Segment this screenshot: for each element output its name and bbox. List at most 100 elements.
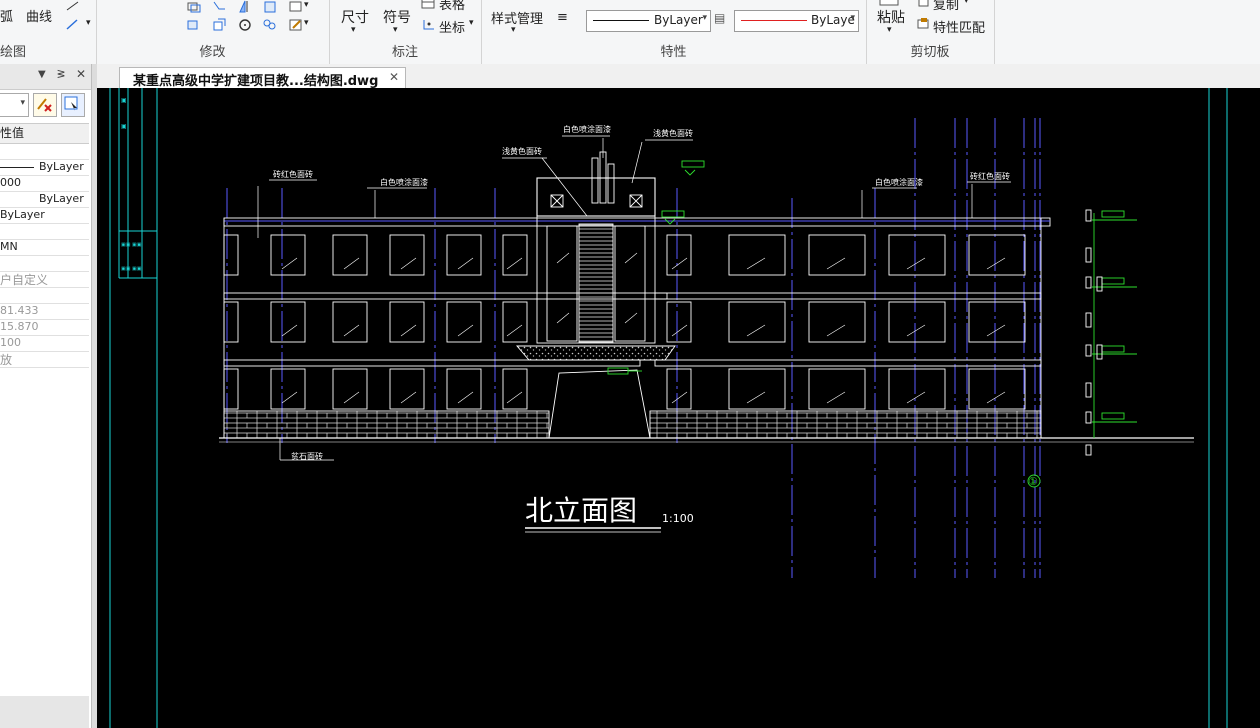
document-tab[interactable]: 某重点高级中学扩建项目教...结构图.dwg ✕ bbox=[119, 67, 406, 89]
frame-lines: ▣ ▣ ▣▣ ▣▣ ▣▣ ▣▣ bbox=[109, 88, 1228, 728]
circle-icon[interactable] bbox=[238, 18, 253, 31]
paste-button[interactable]: 粘贴 bbox=[877, 7, 905, 27]
lineweight-icon[interactable]: ▤ bbox=[714, 11, 725, 25]
coordinate-button[interactable]: 坐标 bbox=[439, 17, 465, 36]
building-elevation bbox=[223, 151, 1051, 439]
rotate-icon[interactable] bbox=[212, 0, 227, 13]
property-column-header: 性值 bbox=[0, 123, 89, 144]
annotation-label: 砖红色面砖 bbox=[970, 171, 1010, 181]
toggle-pickadd-button[interactable] bbox=[33, 93, 57, 117]
prop-row-center-y: 15.870 bbox=[0, 319, 89, 336]
dropdown-arrow-icon[interactable]: ▾ bbox=[304, 0, 309, 10]
match-properties-button[interactable]: 特性匹配 bbox=[933, 17, 985, 36]
table-button[interactable]: 表格 bbox=[439, 0, 465, 13]
prop-row-empty[interactable] bbox=[0, 223, 89, 240]
drawing-scale: 1:100 bbox=[662, 512, 694, 525]
prop-row-center-z: 100 bbox=[0, 335, 89, 352]
annotation-labels: 浅黄色面砖 白色喷涂面漆 砖红色面砖 白色喷涂面漆 浅黄色面砖 白色喷涂面漆 砖… bbox=[273, 124, 1010, 461]
pin-icon[interactable]: ᕒ bbox=[57, 68, 65, 81]
prop-row-blank[interactable] bbox=[0, 143, 89, 160]
mirror-icon[interactable] bbox=[238, 0, 253, 13]
annotation-label: 浅黄色面砖 bbox=[653, 128, 693, 138]
object-type-select[interactable]: ▾ bbox=[0, 93, 29, 117]
curve-button[interactable]: 曲线 bbox=[26, 6, 52, 25]
prop-row-empty[interactable] bbox=[0, 255, 89, 272]
draw-group-title: 绘图 bbox=[0, 45, 27, 60]
prop-row-linetype-scale[interactable]: 000 bbox=[0, 175, 89, 192]
prop-row-plotstyle[interactable]: MN bbox=[0, 239, 89, 256]
symbol-button[interactable]: 符号 bbox=[383, 7, 411, 27]
chevron-down-icon: ▾ bbox=[702, 13, 707, 23]
drawing-title: 北立面图 bbox=[525, 494, 637, 527]
line-icon[interactable] bbox=[65, 0, 80, 13]
arc-button[interactable]: 弧 bbox=[0, 6, 13, 25]
svg-text:▣▣ ▣▣: ▣▣ ▣▣ bbox=[121, 242, 142, 248]
linetype-sample bbox=[0, 167, 34, 168]
modify-group: ▾ ▾ 修改 bbox=[96, 0, 330, 64]
dropdown-arrow-icon[interactable]: ▾ bbox=[887, 25, 892, 35]
select-objects-icon bbox=[64, 96, 78, 111]
paste-icon bbox=[879, 0, 899, 6]
drawing-canvas[interactable]: ▣ ▣ ▣▣ ▣▣ ▣▣ ▣▣ 浅黄色面砖 白色喷涂面漆 砖红色面砖 白色喷涂面… bbox=[97, 88, 1260, 728]
array-icon[interactable] bbox=[262, 18, 277, 31]
prop-row-ucs[interactable]: 户自定义 bbox=[0, 271, 89, 288]
svg-text:▣: ▣ bbox=[121, 97, 127, 104]
draw-group: 弧 曲线 ▾ 绘图 bbox=[0, 0, 97, 64]
document-tab-bar: 某重点高级中学扩建项目教...结构图.dwg ✕ bbox=[97, 64, 1260, 89]
annotation-label: 白色喷涂面漆 bbox=[563, 124, 611, 134]
dropdown-arrow-icon[interactable]: ▾ bbox=[511, 25, 516, 35]
properties-panel: ▼ ᕒ ✕ ▾ 性值 ByLayer 000 ByLayer ByLayer M… bbox=[0, 64, 91, 728]
dropdown-arrow-icon[interactable]: ▾ bbox=[964, 0, 969, 6]
table-icon bbox=[421, 0, 435, 9]
ribbon: 弧 曲线 ▾ 绘图 ▾ ▾ 修改 尺寸 ▾ 符号 ▾ 表格 坐标 ▾ 标注 样式 bbox=[0, 0, 1260, 65]
fillet-icon[interactable] bbox=[262, 0, 277, 13]
color-select[interactable]: ByLaye ▾ bbox=[734, 10, 859, 32]
prop-row-center-x: 81.433 bbox=[0, 303, 89, 320]
close-tab-icon[interactable]: ✕ bbox=[389, 70, 399, 84]
coordinate-icon bbox=[423, 20, 434, 30]
annotation-label: 贫石面砖 bbox=[291, 451, 323, 461]
style-manager-button[interactable]: 样式管理 bbox=[491, 8, 543, 27]
annotation-label: 浅黄色面砖 bbox=[502, 146, 542, 156]
prop-row-color[interactable]: ByLayer bbox=[0, 207, 89, 224]
edit-icon[interactable] bbox=[288, 18, 303, 31]
annotation-label: 白色喷涂面漆 bbox=[875, 177, 923, 187]
annotate-group-title: 标注 bbox=[391, 45, 418, 60]
xline-icon[interactable] bbox=[65, 18, 80, 31]
collapse-icon[interactable]: ▼ bbox=[38, 69, 46, 80]
prop-row-linetype[interactable]: ByLayer bbox=[0, 159, 89, 176]
prop-row-empty[interactable] bbox=[0, 287, 89, 304]
copy-icon bbox=[918, 0, 929, 7]
pickadd-icon bbox=[37, 98, 52, 112]
axis-marker-label: ① bbox=[1028, 475, 1038, 488]
linetype-select[interactable]: ByLayer ▾ bbox=[586, 10, 711, 32]
dropdown-arrow-icon[interactable]: ▾ bbox=[86, 18, 91, 28]
annotate-group: 尺寸 ▾ 符号 ▾ 表格 坐标 ▾ 标注 bbox=[329, 0, 482, 64]
dropdown-arrow-icon[interactable]: ▾ bbox=[393, 25, 398, 35]
annotation-label: 砖红色面砖 bbox=[273, 169, 313, 179]
annotation-label: 白色喷涂面漆 bbox=[380, 177, 428, 187]
stretch-icon[interactable] bbox=[186, 18, 201, 31]
scale-icon[interactable] bbox=[212, 18, 227, 31]
select-objects-button[interactable] bbox=[61, 93, 85, 117]
drawing-svg: ▣ ▣ ▣▣ ▣▣ ▣▣ ▣▣ 浅黄色面砖 白色喷涂面漆 砖红色面砖 白色喷涂面… bbox=[109, 88, 1228, 728]
prop-row-zoom: 放 bbox=[0, 351, 89, 368]
dropdown-arrow-icon[interactable]: ▾ bbox=[469, 18, 474, 28]
window-glazing-marks bbox=[281, 252, 1006, 404]
dropdown-arrow-icon[interactable]: ▾ bbox=[351, 25, 356, 35]
close-icon[interactable]: ✕ bbox=[76, 67, 86, 81]
properties-panel-footer bbox=[0, 696, 89, 728]
chevron-down-icon: ▾ bbox=[20, 98, 25, 108]
copy-button[interactable]: 复制 bbox=[933, 0, 959, 13]
properties-group-title: 特性 bbox=[660, 45, 687, 60]
document-tab-label: 某重点高级中学扩建项目教...结构图.dwg bbox=[133, 74, 379, 89]
explode-icon[interactable] bbox=[288, 0, 303, 13]
list-icon[interactable]: ≡ bbox=[557, 10, 568, 25]
clipboard-group-title: 剪切板 bbox=[910, 45, 950, 60]
move-icon[interactable] bbox=[186, 0, 201, 13]
svg-text:▣▣ ▣▣: ▣▣ ▣▣ bbox=[121, 266, 142, 272]
properties-panel-header: ▼ ᕒ ✕ bbox=[0, 64, 91, 90]
prop-row-lineweight[interactable]: ByLayer bbox=[0, 191, 89, 208]
dropdown-arrow-icon[interactable]: ▾ bbox=[304, 18, 309, 28]
dimension-button[interactable]: 尺寸 bbox=[341, 7, 369, 27]
